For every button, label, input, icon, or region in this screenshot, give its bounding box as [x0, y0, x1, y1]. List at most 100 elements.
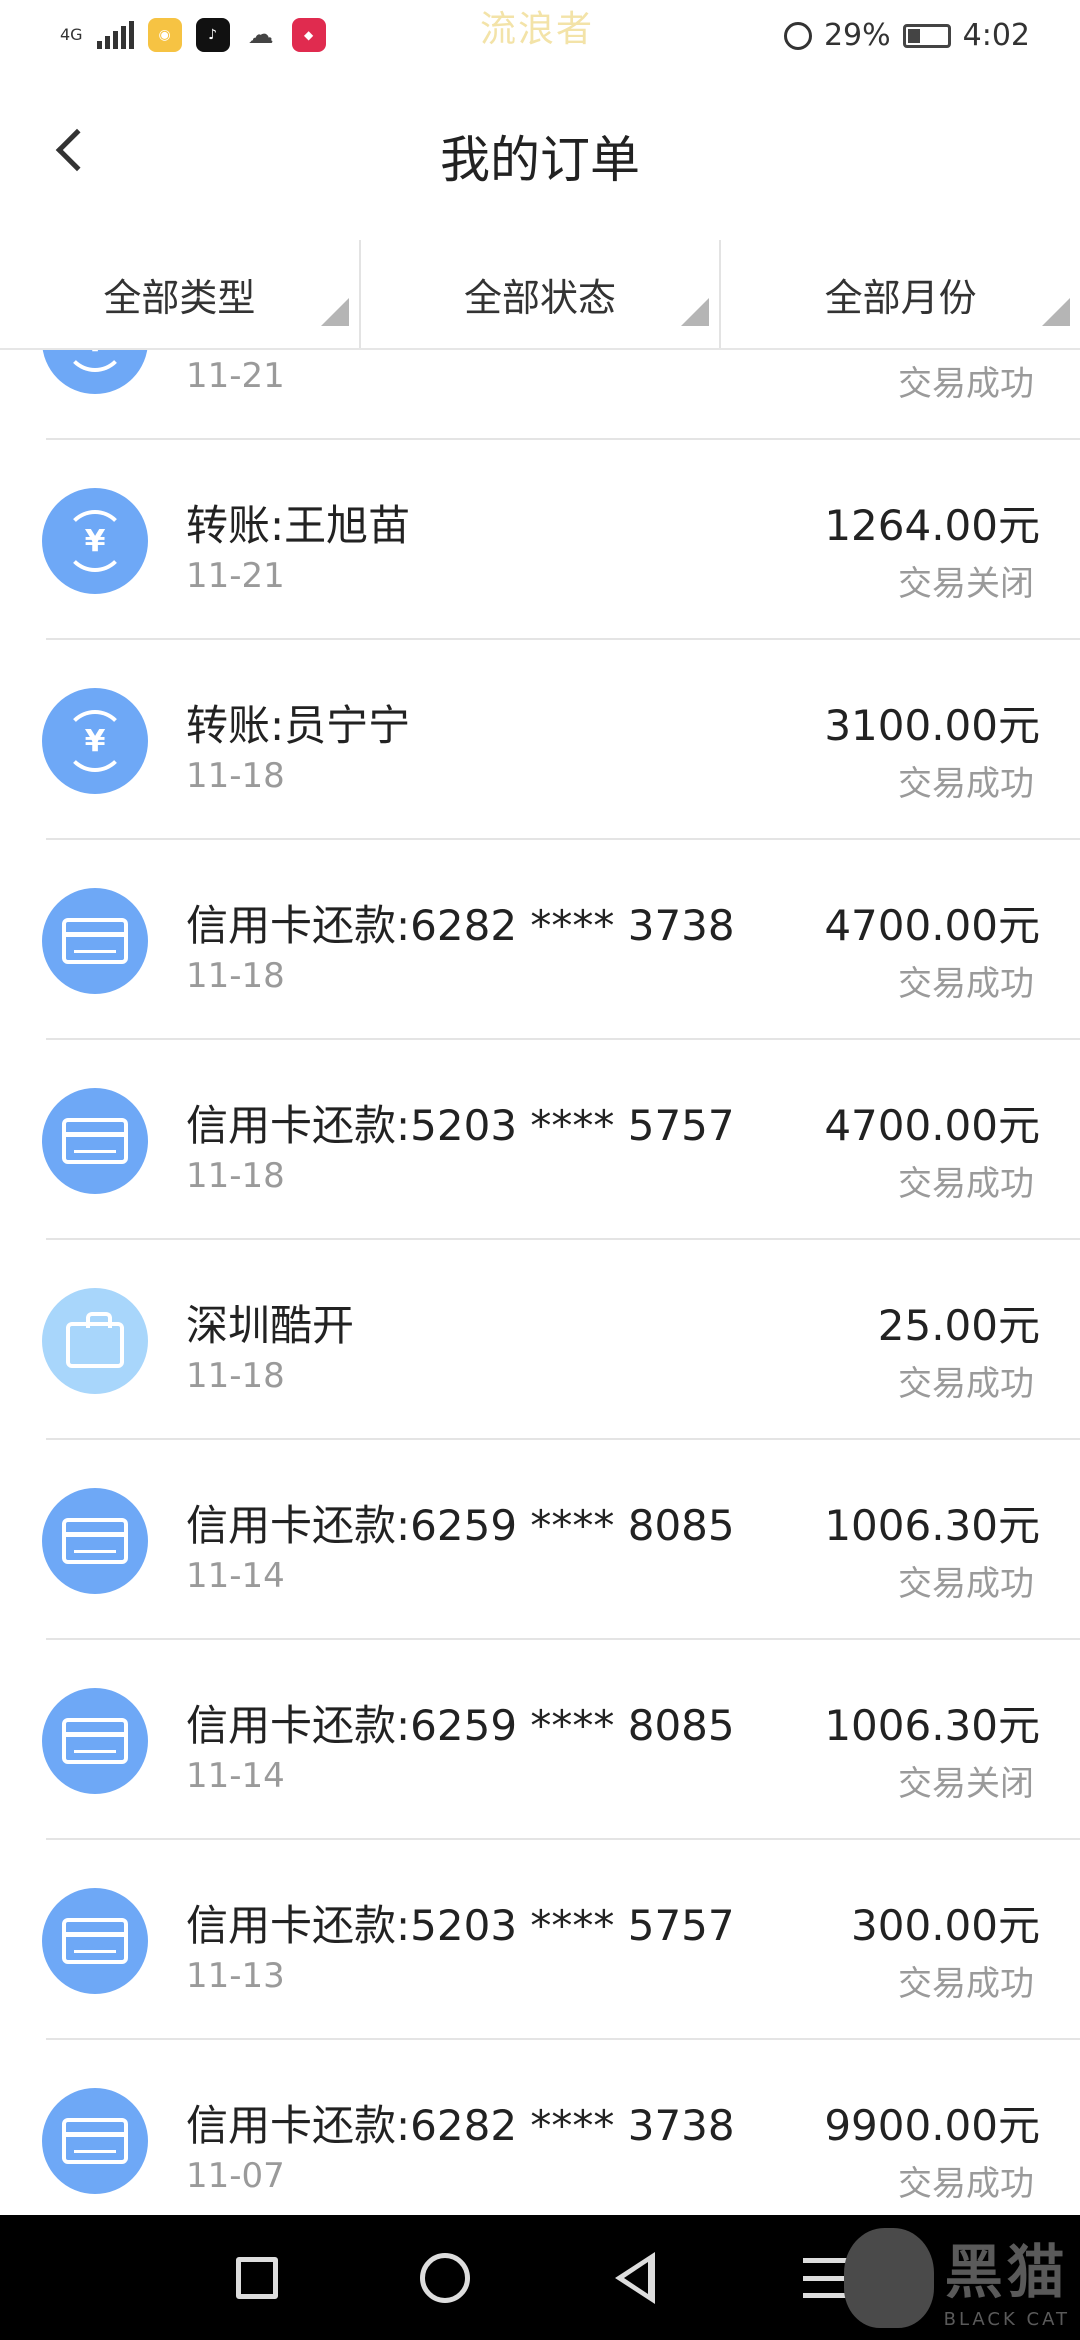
menu-lines-icon: [803, 2258, 847, 2298]
status-watermark: 流浪者: [480, 9, 595, 50]
order-status: 交易成功: [898, 1564, 1034, 1604]
alarm-icon: [783, 21, 812, 50]
home-button[interactable]: [410, 2243, 480, 2313]
credit-card-icon: [62, 918, 128, 964]
order-amount: 4700.00元: [824, 1101, 1040, 1150]
order-status: 交易成功: [898, 1964, 1034, 2004]
filter-label: 全部状态: [464, 275, 617, 320]
order-date: 11-18: [186, 756, 285, 796]
order-avatar: [42, 1488, 148, 1594]
order-title: 转账:员宁宁: [186, 701, 411, 750]
status-right: 29% 4:02: [783, 18, 1030, 53]
signal-icon: [96, 21, 134, 49]
order-row[interactable]: 信用卡还款:6259 **** 8085 11-14 1006.30元交易关闭: [0, 1640, 1080, 1840]
order-status: 交易成功: [898, 2164, 1034, 2204]
nav-back-button[interactable]: [600, 2243, 670, 2313]
transfer-icon: ¥: [64, 510, 126, 572]
order-date: 11-21: [186, 356, 285, 396]
order-row[interactable]: 信用卡还款:6259 **** 8085 11-14 1006.30元 交易成功: [0, 1440, 1080, 1640]
order-amount: 4700.00元: [824, 901, 1040, 950]
credit-card-icon: [62, 1518, 128, 1564]
transfer-icon: ¥: [64, 350, 126, 372]
order-row[interactable]: ¥ 转账:员宁宁 11-18 3100.00元交易成功: [0, 640, 1080, 840]
blackcat-watermark: 黑猫 BLACK CAT: [843, 2225, 1070, 2330]
order-title: 信用卡还款:6259 **** 8085: [186, 1501, 735, 1550]
order-avatar: [42, 2088, 148, 2194]
order-title: 信用卡还款:6259 **** 8085: [186, 1701, 735, 1750]
order-avatar: [42, 1688, 148, 1794]
cat-logo-icon: [843, 2227, 934, 2328]
order-date: 11-21: [186, 556, 285, 596]
order-avatar: [42, 1088, 148, 1194]
order-status: 交易成功: [898, 764, 1034, 804]
order-date: 11-18: [186, 1356, 285, 1396]
order-title: 转账:王旭苗: [186, 350, 410, 353]
square-icon: [236, 2257, 278, 2299]
order-title: 信用卡还款:6282 **** 3738: [186, 901, 735, 950]
battery-icon: [902, 23, 951, 48]
order-date: 11-18: [186, 1156, 285, 1196]
status-left: 4G ◉ ♪ ☁ ◆: [60, 18, 326, 52]
order-row[interactable]: 信用卡还款:5203 **** 5757 11-13 300.00元交易成功: [0, 1840, 1080, 2040]
order-amount: 9900.00元: [824, 2101, 1040, 2150]
order-list-inner: ¥转账:王旭苗11-211264.00元交易成功¥转账:王旭苗11-211264…: [0, 350, 1080, 2215]
order-amount: 3100.00元: [824, 701, 1040, 750]
filter-label: 全部月份: [824, 275, 977, 320]
order-row[interactable]: 信用卡还款:6282 **** 3738 11-18 4700.00元交易成功: [0, 840, 1080, 1040]
screen: 4G ◉ ♪ ☁ ◆ 流浪者 29% 4:02 我的订单 全部类型 全部状态 全…: [0, 0, 1080, 2340]
order-avatar: [42, 888, 148, 994]
dropdown-corner-icon: [681, 298, 710, 326]
network-type: 4G: [60, 25, 83, 44]
order-title: 转账:王旭苗: [186, 501, 411, 550]
filter-status-dropdown[interactable]: 全部状态: [358, 240, 720, 348]
order-amount: 1264.00元: [824, 350, 1040, 353]
battery-percent: 29%: [823, 18, 891, 53]
order-amount: 1264.00元: [824, 501, 1040, 550]
order-status: 交易成功: [898, 364, 1034, 404]
circle-icon: [420, 2253, 470, 2303]
order-row[interactable]: ¥ 转账:王旭苗 11-21 1264.00元交易成功: [0, 350, 1080, 440]
order-amount: 300.00元: [851, 1901, 1040, 1950]
dropdown-corner-icon: [1042, 298, 1071, 326]
order-status: 交易成功: [898, 1164, 1034, 1204]
order-title: 信用卡还款:6282 **** 3738: [186, 2101, 735, 2150]
system-nav-bar: 黑猫 BLACK CAT: [0, 2215, 1080, 2340]
credit-card-icon: [62, 2118, 128, 2164]
order-amount: 1006.30元: [824, 1701, 1040, 1750]
triangle-back-icon: [615, 2252, 655, 2304]
order-avatar: [42, 1288, 148, 1394]
order-date: 11-07: [186, 2156, 285, 2196]
recent-apps-button[interactable]: [222, 2243, 292, 2313]
page-title: 我的订单: [440, 131, 640, 189]
order-status: 交易关闭: [898, 564, 1034, 604]
order-row[interactable]: 深圳酷开 11-18 25.00元 交易成功: [0, 1240, 1080, 1440]
order-status: 交易成功: [898, 1364, 1034, 1404]
filter-month-dropdown[interactable]: 全部月份: [719, 240, 1080, 348]
order-row[interactable]: 信用卡还款:6282 **** 3738 11-07 9900.00元交易成功: [0, 2040, 1080, 2215]
dropdown-corner-icon: [320, 298, 349, 326]
order-row[interactable]: ¥ 转账:王旭苗 11-21 1264.00元交易关闭: [0, 440, 1080, 640]
order-list[interactable]: ¥转账:王旭苗11-211264.00元交易成功¥转账:王旭苗11-211264…: [0, 350, 1080, 2215]
transfer-icon: ¥: [64, 710, 126, 772]
shopping-bag-icon: [66, 1312, 124, 1368]
order-avatar: ¥: [42, 488, 148, 594]
order-date: 11-18: [186, 956, 285, 996]
wechat-icon: ☁: [243, 18, 278, 52]
tmall-icon: ◆: [291, 18, 326, 52]
order-title: 信用卡还款:5203 **** 5757: [186, 1101, 735, 1150]
weibo-icon: ◉: [147, 18, 182, 52]
filter-type-dropdown[interactable]: 全部类型: [0, 240, 359, 348]
status-bar: 4G ◉ ♪ ☁ ◆ 流浪者 29% 4:02: [0, 0, 1080, 75]
filter-label: 全部类型: [103, 275, 256, 320]
order-status: 交易成功: [898, 964, 1034, 1004]
watermark-cn: 黑猫: [944, 2238, 1069, 2306]
order-row[interactable]: 信用卡还款:5203 **** 5757 11-18 4700.00元交易成功: [0, 1040, 1080, 1240]
watermark-text: 黑猫 BLACK CAT: [944, 2225, 1070, 2330]
order-amount: 1006.30元: [824, 1501, 1040, 1550]
order-avatar: ¥: [42, 688, 148, 794]
order-date: 11-14: [186, 1756, 285, 1796]
order-status: 交易关闭: [898, 1764, 1034, 1804]
credit-card-icon: [62, 1118, 128, 1164]
order-title: 信用卡还款:5203 **** 5757: [186, 1901, 735, 1950]
order-date: 11-13: [186, 1956, 285, 1996]
